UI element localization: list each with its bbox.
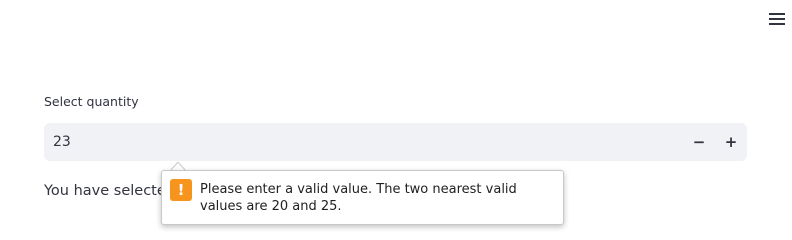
validation-tooltip: ! Please enter a valid value. The two ne…	[161, 170, 564, 225]
increment-button[interactable]: +	[715, 123, 747, 161]
quantity-number-input: − +	[44, 123, 747, 161]
main-menu-button[interactable]	[764, 8, 790, 30]
hamburger-menu-icon	[769, 13, 785, 25]
decrement-button[interactable]: −	[683, 123, 715, 161]
validation-message: Please enter a valid value. The two near…	[200, 182, 517, 214]
quantity-label: Select quantity	[44, 94, 139, 109]
quantity-field[interactable]	[53, 123, 653, 161]
warning-icon: !	[170, 179, 192, 201]
selection-result-text: You have selected	[44, 183, 175, 199]
